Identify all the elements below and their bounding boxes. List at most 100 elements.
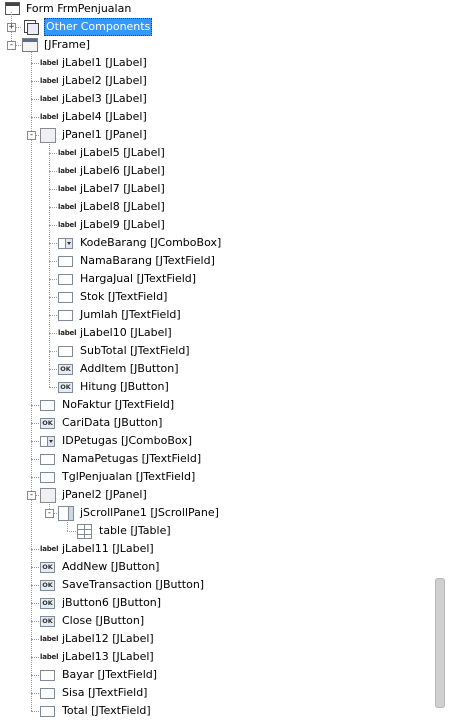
collapse-icon[interactable]: - xyxy=(27,491,36,500)
jlabel-icon: label xyxy=(58,329,77,337)
tree-branch-line xyxy=(49,261,57,262)
jtextfield-icon xyxy=(40,472,55,483)
tree-node[interactable]: NamaPetugas [JTextField] xyxy=(0,450,432,468)
tree-node-label: SaveTransaction [JButton] xyxy=(62,578,205,591)
tree-node-label: jPanel2 [JPanel] xyxy=(62,488,147,501)
tree-node[interactable]: table [JTable] xyxy=(0,522,432,540)
tree-node[interactable]: label jLabel11 [JLabel] xyxy=(0,540,432,558)
tree-node[interactable]: - jScrollPane1 [JScrollPane] xyxy=(0,504,432,522)
tree-node[interactable]: label jLabel4 [JLabel] xyxy=(0,108,432,126)
tree-branch-line xyxy=(31,711,39,712)
tree-node-label: jLabel6 [JLabel] xyxy=(80,164,165,177)
component-inspector-tree[interactable]: Form FrmPenjualan + Other Components - [JFr… xyxy=(0,0,432,723)
tree-node[interactable]: NoFaktur [JTextField] xyxy=(0,396,432,414)
tree-node-label: jLabel12 [JLabel] xyxy=(62,632,154,645)
tree-node[interactable]: Stok [JTextField] xyxy=(0,288,432,306)
other-components-icon xyxy=(22,19,39,35)
tree-node-label: jLabel13 [JLabel] xyxy=(62,650,154,663)
tree-node[interactable]: label jLabel12 [JLabel] xyxy=(0,630,432,648)
jlabel-icon: label xyxy=(58,149,77,157)
tree-node[interactable]: OK AddNew [JButton] xyxy=(0,558,432,576)
jlabel-icon: label xyxy=(40,113,59,121)
tree-node-label: Jumlah [JTextField] xyxy=(80,308,181,321)
tree-branch-line xyxy=(49,351,57,352)
tree-node[interactable]: + Other Components xyxy=(0,18,432,36)
jbutton-icon: OK xyxy=(40,562,55,573)
tree-branch-line xyxy=(49,225,57,226)
tree-node[interactable]: OK CariData [JButton] xyxy=(0,414,432,432)
tree-node[interactable]: - [JFrame] xyxy=(0,36,432,54)
tree-node[interactable]: label jLabel13 [JLabel] xyxy=(0,648,432,666)
jbutton-icon: OK xyxy=(40,580,55,591)
tree-node-label: Close [JButton] xyxy=(62,614,145,627)
tree-node[interactable]: OK Close [JButton] xyxy=(0,612,432,630)
tree-node-label: TglPenjualan [JTextField] xyxy=(62,470,196,483)
tree-node[interactable]: Bayar [JTextField] xyxy=(0,666,432,684)
tree-branch-line xyxy=(31,675,39,676)
tree-branch-line xyxy=(31,423,39,424)
tree-node[interactable]: OK Hitung [JButton] xyxy=(0,378,432,396)
jlabel-icon: label xyxy=(58,203,77,211)
expand-icon[interactable]: + xyxy=(7,23,16,32)
tree-branch-line xyxy=(31,657,39,658)
tree-node[interactable]: label jLabel1 [JLabel] xyxy=(0,54,432,72)
tree-node-label: jLabel9 [JLabel] xyxy=(80,218,165,231)
jlabel-icon: label xyxy=(40,545,59,553)
tree-node[interactable]: TglPenjualan [JTextField] xyxy=(0,468,432,486)
tree-node[interactable]: - jPanel2 [JPanel] xyxy=(0,486,432,504)
tree-node[interactable]: SubTotal [JTextField] xyxy=(0,342,432,360)
tree-node[interactable]: label jLabel8 [JLabel] xyxy=(0,198,432,216)
tree-node-label: Sisa [JTextField] xyxy=(62,686,148,699)
tree-node[interactable]: HargaJual [JTextField] xyxy=(0,270,432,288)
tree-node[interactable]: label jLabel10 [JLabel] xyxy=(0,324,432,342)
collapse-icon[interactable]: - xyxy=(27,131,36,140)
tree-node-label: Stok [JTextField] xyxy=(80,290,168,303)
tree-node[interactable]: OK jButton6 [JButton] xyxy=(0,594,432,612)
tree-branch-line xyxy=(31,63,39,64)
tree-node-label: jLabel11 [JLabel] xyxy=(62,542,154,555)
tree-node[interactable]: Jumlah [JTextField] xyxy=(0,306,432,324)
tree-branch-line xyxy=(31,405,39,406)
jtextfield-icon xyxy=(40,400,55,411)
tree-node[interactable]: label jLabel6 [JLabel] xyxy=(0,162,432,180)
jlabel-icon: label xyxy=(40,653,59,661)
tree-branch-line xyxy=(31,81,39,82)
tree-branch-line xyxy=(31,603,39,604)
tree-node[interactable]: OK AddItem [JButton] xyxy=(0,360,432,378)
tree-node[interactable]: KodeBarang [JComboBox] xyxy=(0,234,432,252)
scrollbar-thumb[interactable] xyxy=(435,578,445,708)
tree-node[interactable]: label jLabel5 [JLabel] xyxy=(0,144,432,162)
tree-node-label: [JFrame] xyxy=(44,38,91,51)
tree-branch-line xyxy=(49,297,57,298)
tree-node-label: KodeBarang [JComboBox] xyxy=(80,236,222,249)
jtextfield-icon xyxy=(58,310,73,321)
jpanel-icon xyxy=(40,128,56,143)
tree-branch-line xyxy=(31,567,39,568)
tree-node[interactable]: label jLabel2 [JLabel] xyxy=(0,72,432,90)
tree-branch-line xyxy=(31,621,39,622)
tree-node[interactable]: label jLabel3 [JLabel] xyxy=(0,90,432,108)
tree-node[interactable]: Total [JTextField] xyxy=(0,702,432,720)
tree-node[interactable]: IDPetugas [JComboBox] xyxy=(0,432,432,450)
jlabel-icon: label xyxy=(40,77,59,85)
tree-node-label: NamaPetugas [JTextField] xyxy=(62,452,202,465)
collapse-icon[interactable]: - xyxy=(7,41,16,50)
tree-node-label: CariData [JButton] xyxy=(62,416,163,429)
tree-node-label: jLabel8 [JLabel] xyxy=(80,200,165,213)
tree-node[interactable]: Sisa [JTextField] xyxy=(0,684,432,702)
jpanel-icon xyxy=(40,488,56,503)
collapse-icon[interactable]: - xyxy=(45,509,54,518)
tree-node[interactable]: label jLabel9 [JLabel] xyxy=(0,216,432,234)
tree-node[interactable]: NamaBarang [JTextField] xyxy=(0,252,432,270)
tree-branch-line xyxy=(49,369,57,370)
tree-root-label: Form FrmPenjualan xyxy=(26,2,132,15)
tree-branch-line xyxy=(31,693,39,694)
tree-node[interactable]: OK SaveTransaction [JButton] xyxy=(0,576,432,594)
jtextfield-icon xyxy=(40,706,55,717)
tree-root-form[interactable]: Form FrmPenjualan xyxy=(0,0,432,18)
jtextfield-icon xyxy=(58,292,73,303)
tree-node[interactable]: - jPanel1 [JPanel] xyxy=(0,126,432,144)
jtextfield-icon xyxy=(40,670,55,681)
tree-node[interactable]: label jLabel7 [JLabel] xyxy=(0,180,432,198)
tree-node-label: jLabel7 [JLabel] xyxy=(80,182,165,195)
